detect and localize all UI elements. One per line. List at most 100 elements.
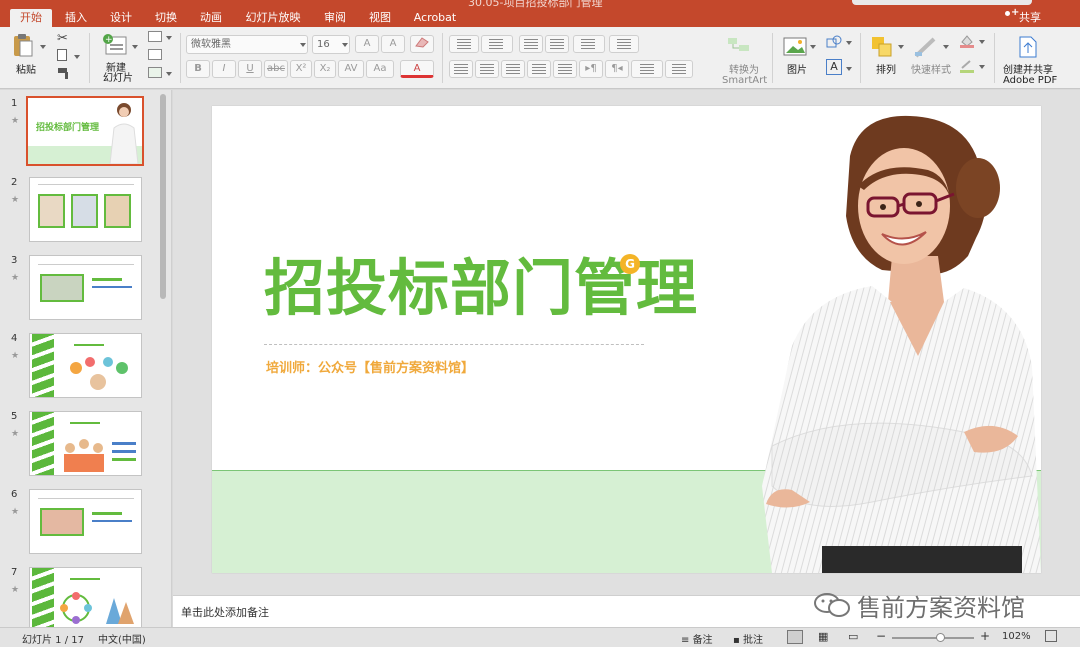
fit-to-window-icon[interactable] — [1045, 630, 1057, 642]
text-direction-button[interactable] — [631, 60, 663, 78]
chevron-down-icon[interactable] — [979, 40, 985, 44]
arrange-button[interactable] — [871, 36, 893, 58]
tab-view[interactable]: 视图 — [366, 9, 394, 27]
chevron-down-icon[interactable] — [898, 45, 904, 49]
quick-styles-button[interactable] — [913, 36, 939, 58]
tab-insert[interactable]: 插入 — [62, 9, 90, 27]
increase-indent-button[interactable] — [545, 35, 569, 53]
scrollbar[interactable] — [160, 94, 166, 299]
paste-button[interactable] — [12, 33, 34, 59]
tab-home[interactable]: 开始 — [10, 9, 52, 27]
smartart-icon[interactable] — [727, 36, 751, 56]
shape-outline-icon[interactable] — [959, 59, 975, 73]
thumbnail-slide-5[interactable] — [29, 411, 142, 476]
bullets-button[interactable] — [449, 35, 479, 53]
picture-button[interactable] — [783, 37, 807, 57]
superscript-button[interactable]: X² — [290, 60, 312, 78]
reading-view-button[interactable]: ▭ — [848, 630, 858, 643]
underline-button[interactable]: U — [238, 60, 262, 78]
shrink-font-button[interactable]: A — [381, 35, 405, 53]
subscript-button[interactable]: X₂ — [314, 60, 336, 78]
chevron-down-icon[interactable] — [979, 65, 985, 69]
normal-view-button[interactable] — [787, 630, 803, 644]
align-text-button[interactable] — [665, 60, 693, 78]
pdf-label: Adobe PDF — [1003, 75, 1058, 86]
clear-format-button[interactable] — [410, 35, 434, 53]
notes-pane[interactable]: 单击此处添加备注 售前方案资料馆 — [173, 593, 1080, 627]
char-spacing-button[interactable]: AV — [338, 60, 364, 78]
zoom-slider[interactable] — [892, 637, 974, 639]
italic-button[interactable]: I — [212, 60, 236, 78]
zoom-out-button[interactable]: − — [876, 629, 886, 643]
tab-transitions[interactable]: 切换 — [152, 9, 180, 27]
decrease-indent-button[interactable] — [519, 35, 543, 53]
shape-fill-icon[interactable] — [959, 34, 975, 48]
format-painter-icon[interactable] — [57, 67, 71, 79]
grow-font-button[interactable]: A — [355, 35, 379, 53]
slide-subtitle[interactable]: 培训师：公众号【售前方案资料馆】 — [266, 357, 474, 376]
section-icon[interactable] — [148, 67, 162, 78]
numbering-button[interactable] — [481, 35, 513, 53]
align-right-button[interactable] — [501, 60, 525, 78]
layout-icon[interactable] — [148, 31, 162, 42]
tab-review[interactable]: 审阅 — [321, 9, 349, 27]
rtl-button[interactable]: ¶◂ — [605, 60, 629, 78]
language-indicator[interactable]: 中文(中国) — [98, 631, 146, 646]
change-case-button[interactable]: Aa — [366, 60, 394, 78]
slide-sorter-button[interactable]: ▦ — [818, 630, 828, 643]
distribute-button[interactable] — [553, 60, 577, 78]
strikethrough-button[interactable]: abc — [264, 60, 288, 78]
chevron-down-icon[interactable] — [166, 72, 172, 76]
tab-acrobat[interactable]: Acrobat — [411, 9, 459, 27]
reset-icon[interactable] — [148, 49, 162, 60]
zoom-level[interactable]: 102% — [1002, 631, 1031, 642]
zoom-slider-thumb[interactable] — [936, 633, 946, 642]
align-center-button[interactable] — [475, 60, 499, 78]
chevron-down-icon[interactable] — [132, 45, 138, 49]
create-pdf-button[interactable] — [1017, 35, 1039, 59]
font-color-button[interactable]: A — [400, 60, 434, 78]
chevron-down-icon[interactable] — [846, 67, 852, 71]
tab-design[interactable]: 设计 — [107, 9, 135, 27]
chevron-down-icon[interactable] — [40, 45, 46, 49]
ltr-button[interactable]: ▸¶ — [579, 60, 603, 78]
zoom-in-button[interactable]: + — [980, 629, 990, 643]
thumbnail-slide-7[interactable] — [29, 567, 142, 632]
slide-canvas[interactable]: 招投标部门管理 G 培训师：公众号【售前方案资料馆】 — [212, 106, 1041, 573]
thumbnail-figure — [64, 439, 136, 472]
share-button[interactable]: 共享 — [1005, 7, 1041, 25]
indent-icon — [550, 39, 564, 49]
notes-toggle[interactable]: ≡ 备注 — [681, 631, 713, 646]
line-spacing-button[interactable] — [573, 35, 605, 53]
textbox-icon[interactable]: A — [826, 59, 842, 75]
align-left-button[interactable] — [449, 60, 473, 78]
comments-toggle[interactable]: ▪ 批注 — [733, 631, 763, 646]
columns-button[interactable] — [609, 35, 639, 53]
thumbnail-photo — [104, 194, 131, 228]
chevron-down-icon[interactable] — [943, 45, 949, 49]
thumbnail-number: 7 — [11, 567, 18, 578]
search-input[interactable] — [852, 0, 1032, 5]
shapes-icon[interactable] — [826, 35, 842, 49]
bold-button[interactable]: B — [186, 60, 210, 78]
chevron-down-icon[interactable] — [166, 36, 172, 40]
tab-slideshow[interactable]: 幻灯片放映 — [244, 9, 302, 27]
chevron-down-icon[interactable] — [74, 55, 80, 59]
copy-icon[interactable] — [57, 49, 67, 61]
chevron-down-icon[interactable] — [810, 45, 816, 49]
thumbnail-slide-1[interactable]: 招投标部门管理 — [26, 96, 144, 166]
pdf-share-icon — [1019, 36, 1037, 58]
justify-button[interactable] — [527, 60, 551, 78]
thumbnail-title: 招投标部门管理 — [36, 123, 100, 133]
thumbnail-slide-3[interactable] — [29, 255, 142, 320]
font-name-select[interactable]: 微软雅黑 — [186, 35, 308, 54]
new-slide-button[interactable]: + — [102, 34, 128, 56]
thumbnail-slide-4[interactable] — [29, 333, 142, 398]
notes-placeholder[interactable]: 单击此处添加备注 — [181, 604, 269, 620]
tab-animations[interactable]: 动画 — [197, 9, 225, 27]
chevron-down-icon[interactable] — [846, 41, 852, 45]
watermark-text: 售前方案资料馆 — [857, 594, 1025, 622]
thumbnail-slide-2[interactable] — [29, 177, 142, 242]
thumbnail-slide-6[interactable] — [29, 489, 142, 554]
cut-icon[interactable]: ✂ — [57, 31, 68, 46]
